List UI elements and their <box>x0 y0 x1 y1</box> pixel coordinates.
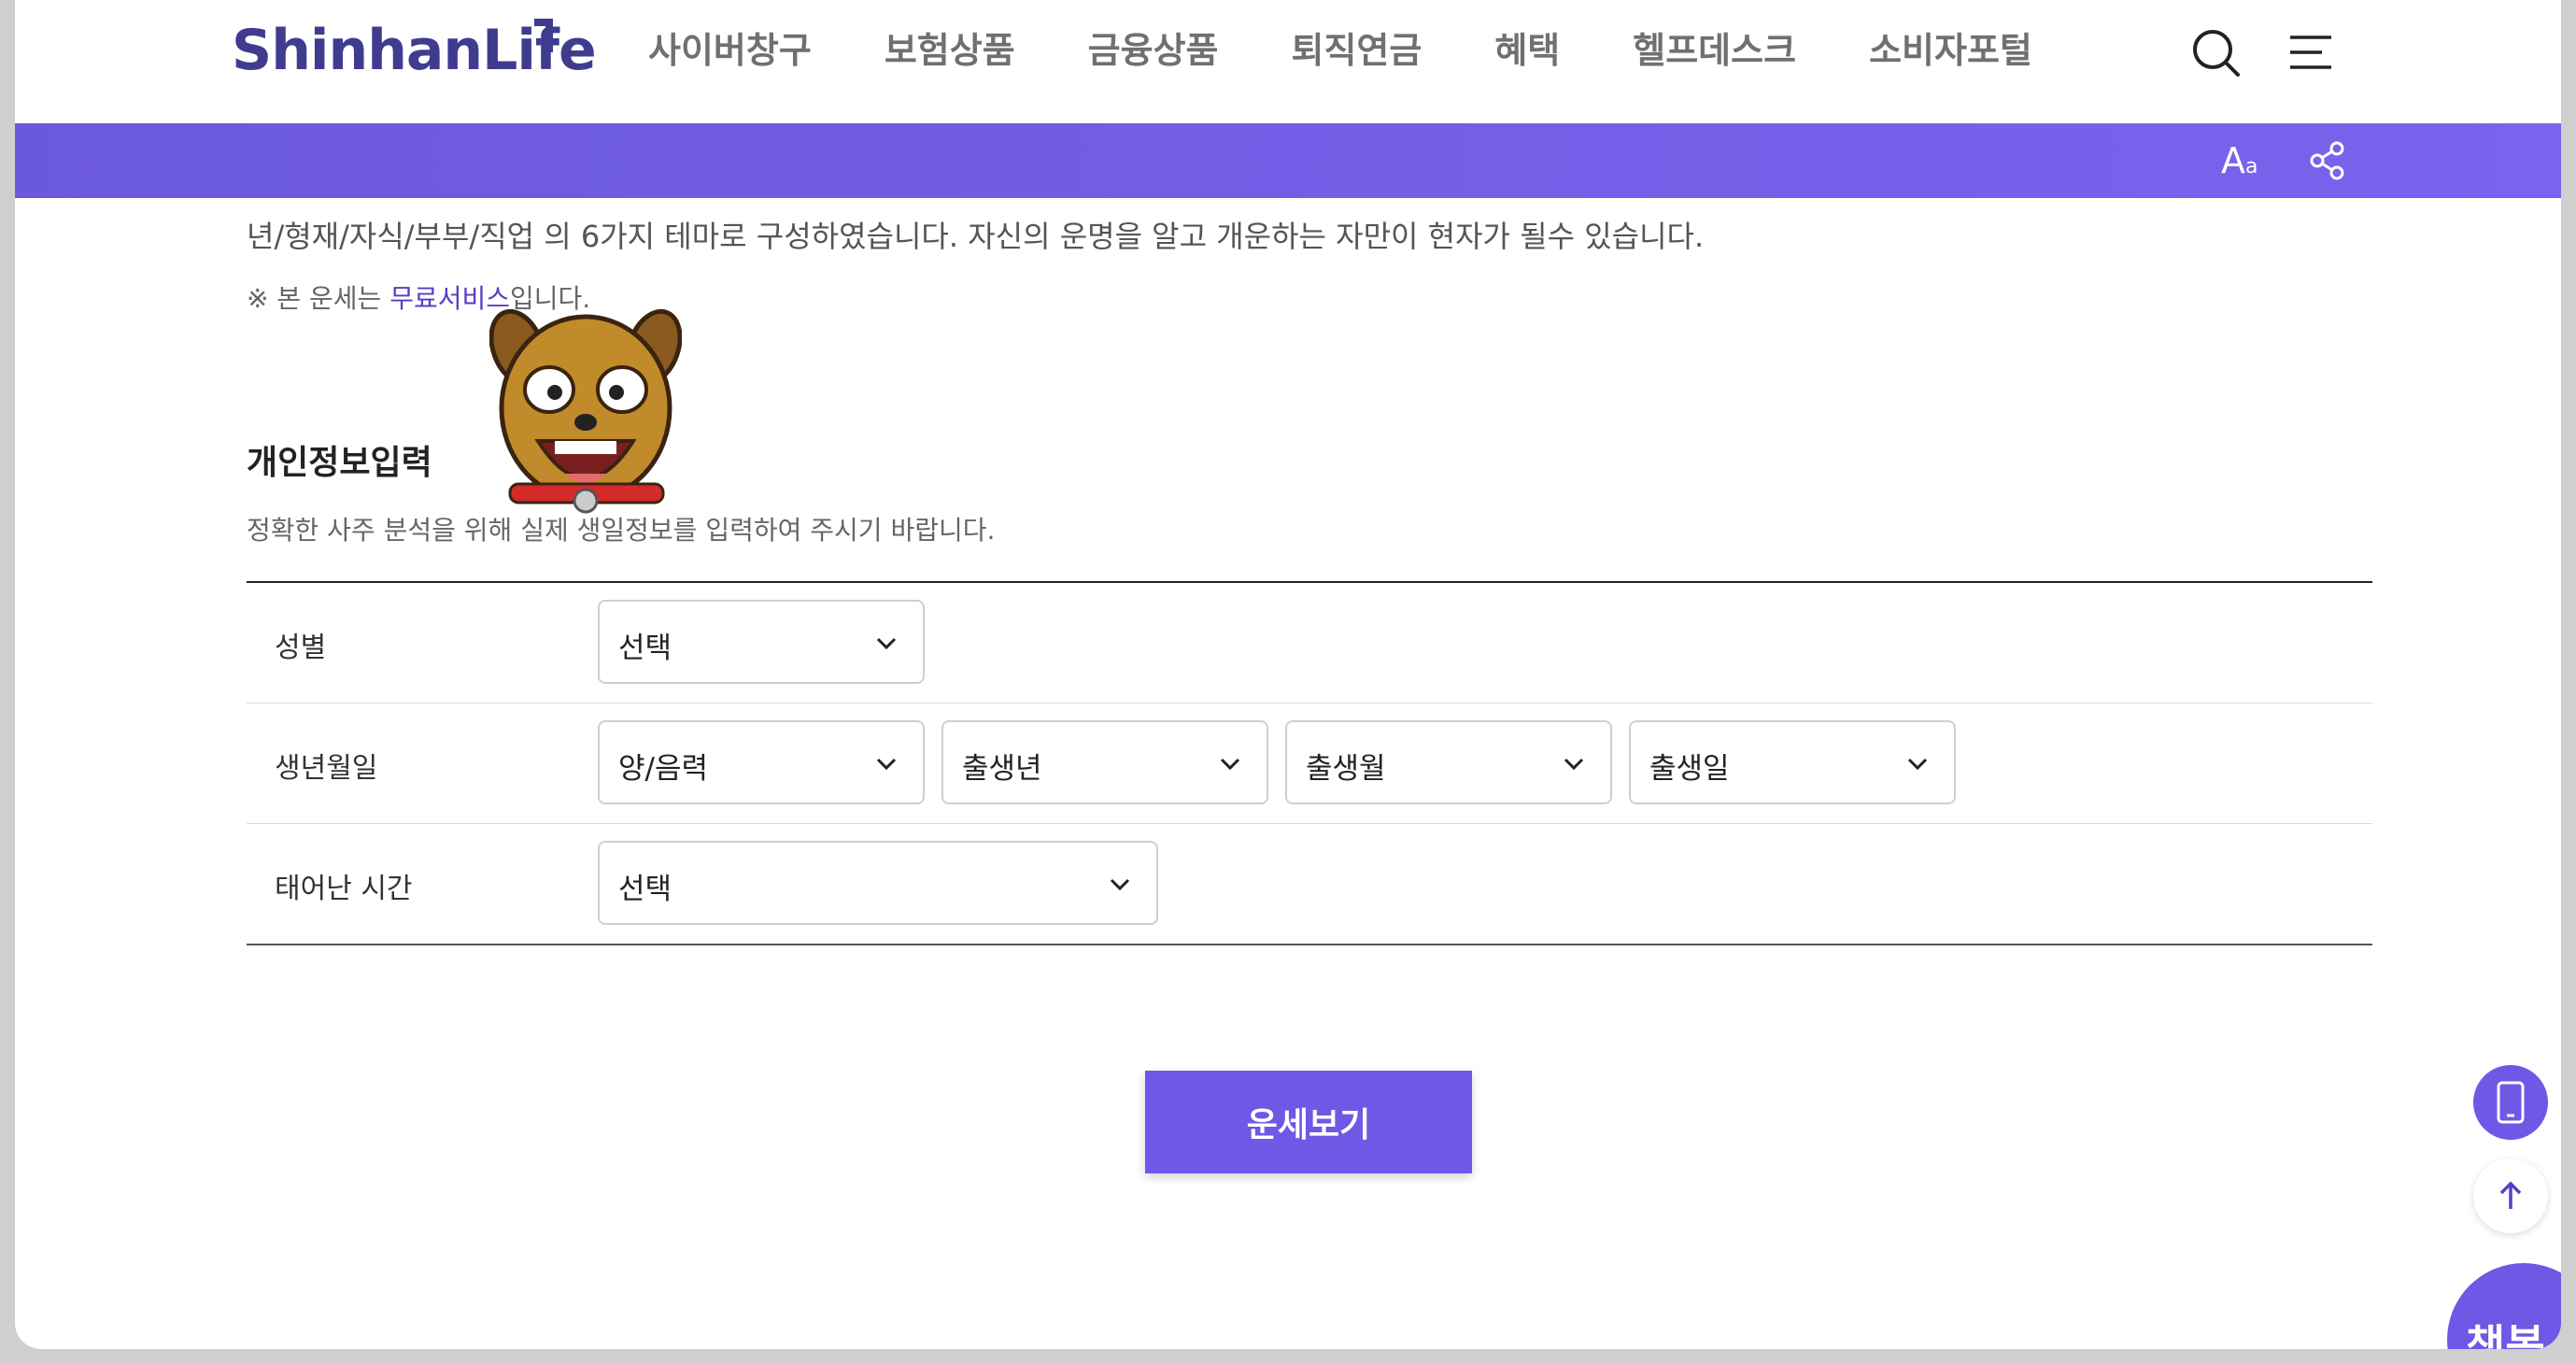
chevron-down-icon <box>1110 878 1130 891</box>
birth-year-value: 출생년 <box>962 752 1042 786</box>
chevron-down-icon <box>1564 758 1584 771</box>
font-size-button[interactable]: Aa <box>2221 140 2258 181</box>
birth-day-value: 출생일 <box>1649 752 1730 786</box>
page-toolbar: Aa <box>15 123 2561 198</box>
search-icon[interactable] <box>2189 26 2242 78</box>
dog-character-sticker <box>489 308 682 514</box>
birth-time-select[interactable]: 선택 <box>598 841 1158 925</box>
scroll-top-button[interactable] <box>2473 1158 2548 1233</box>
nav-item-insurance[interactable]: 보험상품 <box>885 21 1015 80</box>
section-title: 개인정보입력 <box>247 444 432 482</box>
logo-mark-icon <box>534 19 553 52</box>
personal-info-form: 성별 선택 생년월일 양/음력 출생년 출생월 출생일 태어난 시간 선택 <box>247 581 2372 945</box>
fortune-submit-button[interactable]: 운세보기 <box>1145 1071 1472 1173</box>
notice-prefix: ※ 본 운세는 <box>247 283 390 314</box>
row-birthdate: 생년월일 양/음력 출생년 출생월 출생일 <box>247 703 2372 824</box>
birth-year-select[interactable]: 출생년 <box>941 720 1268 804</box>
global-header: ShinhanLife 사이버창구 보험상품 금융상품 퇴직연금 혜택 헬프데스… <box>15 0 2561 123</box>
birth-day-select[interactable]: 출생일 <box>1629 720 1956 804</box>
birth-time-label: 태어난 시간 <box>275 873 413 905</box>
gender-select[interactable]: 선택 <box>598 600 925 684</box>
birth-month-value: 출생월 <box>1306 752 1386 786</box>
row-birth-time: 태어난 시간 선택 <box>247 824 2372 945</box>
mobile-phone-icon <box>2497 1081 2525 1124</box>
nav-item-helpdesk[interactable]: 헬프데스크 <box>1633 21 1796 80</box>
nav-item-cyber-window[interactable]: 사이버창구 <box>648 21 812 80</box>
row-gender: 성별 선택 <box>247 583 2372 703</box>
chevron-down-icon <box>1220 758 1240 771</box>
nav-item-consumer-portal[interactable]: 소비자포털 <box>1869 21 2032 80</box>
nav-item-pension[interactable]: 퇴직연금 <box>1292 21 1422 80</box>
calendar-type-value: 양/음력 <box>618 752 709 786</box>
mobile-phone-button[interactable] <box>2473 1065 2548 1140</box>
birthdate-label: 생년월일 <box>275 752 378 785</box>
page-frame: ShinhanLife 사이버창구 보험상품 금융상품 퇴직연금 혜택 헬프데스… <box>15 0 2561 1349</box>
hamburger-menu-icon[interactable] <box>2285 26 2337 78</box>
font-size-label-small: a <box>2245 155 2258 178</box>
section-description: 정확한 사주 분석을 위해 실제 생일정보를 입력하여 주시기 바랍니다. <box>247 515 996 546</box>
nav-item-finance[interactable]: 금융상품 <box>1088 21 1219 80</box>
gender-label: 성별 <box>275 632 327 664</box>
share-icon[interactable] <box>2309 140 2346 181</box>
chevron-down-icon <box>876 637 897 650</box>
chevron-down-icon <box>1907 758 1928 771</box>
arrow-up-icon <box>2499 1181 2522 1209</box>
birth-month-select[interactable]: 출생월 <box>1285 720 1612 804</box>
chatbot-button[interactable]: 챗봇 <box>2447 1263 2561 1349</box>
main-nav: 사이버창구 보험상품 금융상품 퇴직연금 혜택 헬프데스크 소비자포털 <box>648 21 2105 80</box>
birth-time-value: 선택 <box>618 873 672 906</box>
gender-select-value: 선택 <box>618 632 672 665</box>
intro-text: 년/형재/자식/부부/직업 의 6가지 테마로 구성하였습니다. 자신의 운명을… <box>247 219 1705 254</box>
calendar-type-select[interactable]: 양/음력 <box>598 720 925 804</box>
chevron-down-icon <box>876 758 897 771</box>
chatbot-label: 챗봇 <box>2466 1320 2545 1349</box>
font-size-label: A <box>2221 140 2245 181</box>
nav-item-benefits[interactable]: 혜택 <box>1494 21 1560 80</box>
bottom-edge <box>0 1349 2576 1364</box>
